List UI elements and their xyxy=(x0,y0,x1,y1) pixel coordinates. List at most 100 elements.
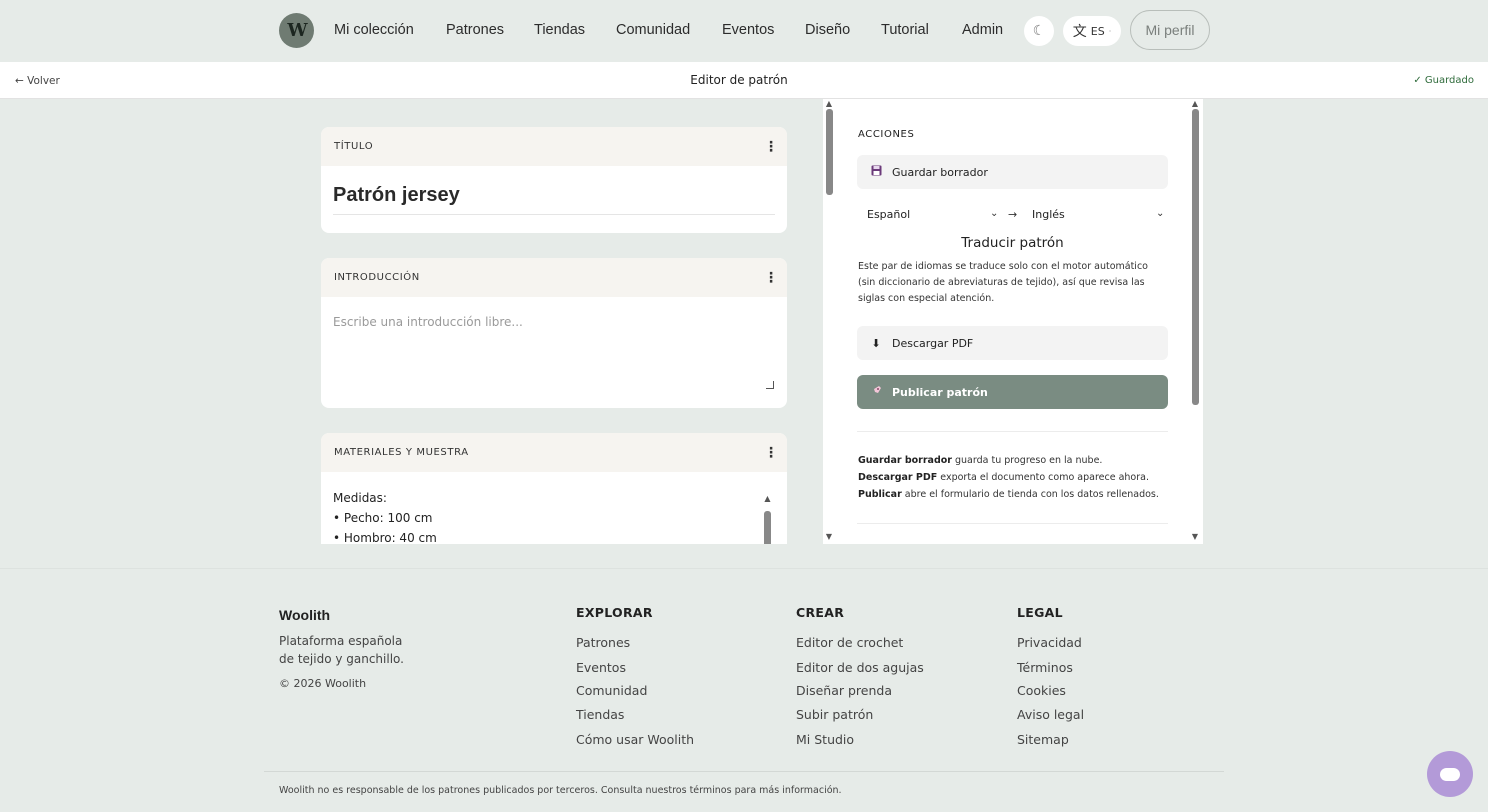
footer: Woolith Plataforma española de tejido y … xyxy=(0,568,1488,812)
nav-eventos[interactable]: Eventos xyxy=(722,22,774,38)
download-pdf-label: Descargar PDF xyxy=(892,336,974,350)
intro-section: INTRODUCCIÓN ⋮ Escribe una introducción … xyxy=(321,258,787,408)
publish-label: Publicar patrón xyxy=(892,385,988,399)
chat-button[interactable] xyxy=(1427,751,1473,797)
floppy-disk-icon xyxy=(870,165,882,179)
text-line: • Hombro: 40 cm xyxy=(333,531,437,544)
divider xyxy=(857,523,1168,524)
footer-heading-explorar: EXPLORAR xyxy=(576,605,653,620)
actions-panel: ▲ ▼ ▲ ▼ ACCIONES Guardar borrador Españo… xyxy=(823,99,1203,544)
scroll-up-icon[interactable]: ▲ xyxy=(824,99,834,109)
materials-textarea[interactable]: Medidas: • Pecho: 100 cm • Hombro: 40 cm… xyxy=(321,472,787,544)
section-header: INTRODUCCIÓN ⋮ xyxy=(321,258,787,297)
nav-tiendas[interactable]: Tiendas xyxy=(534,22,585,38)
footer-link[interactable]: Diseñar prenda xyxy=(796,683,892,698)
actions-help: Guardar borrador guarda tu progreso en l… xyxy=(858,452,1178,503)
more-options-icon[interactable]: ⋮ xyxy=(764,270,778,286)
source-language-select[interactable]: Español xyxy=(867,208,910,221)
chat-bubble-icon xyxy=(1440,767,1460,781)
footer-link[interactable]: Subir patrón xyxy=(796,707,873,722)
download-pdf-button[interactable]: ⬇ Descargar PDF xyxy=(857,326,1168,360)
footer-link[interactable]: Editor de dos agujas xyxy=(796,660,924,675)
section-header: MATERIALES Y MUESTRA ⋮ xyxy=(321,433,787,472)
help-line: Descargar PDF exporta el documento como … xyxy=(858,472,1149,483)
profile-button[interactable]: Mi perfil xyxy=(1130,10,1210,50)
translate-icon: 文 xyxy=(1072,24,1087,40)
footer-link[interactable]: Sitemap xyxy=(1017,732,1069,747)
title-input[interactable]: Patrón jersey xyxy=(333,184,775,215)
footer-disclaimer: Woolith no es responsable de los patrone… xyxy=(279,785,842,796)
nav-patrones[interactable]: Patrones xyxy=(446,22,504,38)
language-code: ES xyxy=(1090,24,1105,38)
footer-link[interactable]: Términos xyxy=(1017,660,1073,675)
caret-icon: · xyxy=(1108,26,1112,36)
nav-admin[interactable]: Admin xyxy=(962,22,1003,38)
footer-link[interactable]: Aviso legal xyxy=(1017,707,1084,722)
footer-link[interactable]: Editor de crochet xyxy=(796,635,903,650)
publish-button[interactable]: Publicar patrón xyxy=(857,375,1168,409)
language-selector[interactable]: 文 ES · xyxy=(1063,16,1121,46)
chevron-down-icon[interactable]: ⌄ xyxy=(990,208,998,219)
footer-tagline: Plataforma española de tejido y ganchill… xyxy=(279,634,404,666)
footer-link[interactable]: Eventos xyxy=(576,660,626,675)
save-draft-button[interactable]: Guardar borrador xyxy=(857,155,1168,189)
save-draft-label: Guardar borrador xyxy=(892,165,988,179)
scroll-up-icon[interactable]: ▲ xyxy=(1190,99,1200,109)
section-header: TÍTULO ⋮ xyxy=(321,127,787,166)
left-scrollbar[interactable]: ▲ ▼ xyxy=(824,99,834,544)
actions-heading: ACCIONES xyxy=(858,129,915,140)
scrollbar-thumb[interactable] xyxy=(1191,109,1199,405)
help-line: Publicar abre el formulario de tienda co… xyxy=(858,489,1159,500)
top-navigation: W Mi colección Patrones Tiendas Comunida… xyxy=(0,0,1488,62)
download-icon: ⬇ xyxy=(871,336,881,350)
scroll-up-icon[interactable]: ▲ xyxy=(763,489,772,509)
chevron-down-icon[interactable]: ⌄ xyxy=(1156,208,1164,219)
save-status: ✓ Guardado xyxy=(1413,75,1474,86)
resize-handle-icon[interactable] xyxy=(766,381,774,389)
section-label: MATERIALES Y MUESTRA xyxy=(334,447,469,458)
right-scrollbar[interactable]: ▲ ▼ xyxy=(1190,99,1200,544)
footer-link[interactable]: Privacidad xyxy=(1017,635,1082,650)
intro-textarea[interactable]: Escribe una introducción libre... xyxy=(333,315,775,329)
divider xyxy=(857,431,1168,432)
nav-diseno[interactable]: Diseño xyxy=(805,22,850,38)
footer-brand: Woolith xyxy=(279,607,331,623)
rocket-icon xyxy=(870,385,882,400)
nav-tutorial[interactable]: Tutorial xyxy=(881,22,929,38)
footer-heading-crear: CREAR xyxy=(796,605,845,620)
footer-link[interactable]: Mi Studio xyxy=(796,732,854,747)
target-language-select[interactable]: Inglés xyxy=(1032,208,1065,221)
scroll-down-icon[interactable]: ▼ xyxy=(1190,532,1200,542)
translate-button[interactable]: Traducir patrón xyxy=(857,235,1168,251)
footer-divider xyxy=(264,771,1224,772)
page-title: Editor de patrón xyxy=(690,73,788,87)
arrow-right-icon: → xyxy=(1008,208,1018,221)
footer-copyright: © 2026 Woolith xyxy=(279,677,367,690)
footer-link[interactable]: Patrones xyxy=(576,635,630,650)
footer-link[interactable]: Cómo usar Woolith xyxy=(576,732,694,747)
section-label: INTRODUCCIÓN xyxy=(334,272,420,283)
materials-section: MATERIALES Y MUESTRA ⋮ Medidas: • Pecho:… xyxy=(321,433,787,544)
scrollbar-thumb[interactable] xyxy=(764,511,771,544)
editor-bar: ← Volver Editor de patrón ✓ Guardado xyxy=(0,62,1488,99)
section-label: TÍTULO xyxy=(334,141,374,152)
textarea-scrollbar[interactable]: ▲ xyxy=(763,489,772,544)
footer-link[interactable]: Tiendas xyxy=(576,707,624,722)
footer-link[interactable]: Comunidad xyxy=(576,683,647,698)
title-section: TÍTULO ⋮ Patrón jersey xyxy=(321,127,787,233)
nav-mi-coleccion[interactable]: Mi colección xyxy=(334,22,414,38)
theme-toggle-button[interactable]: ☾ xyxy=(1024,16,1054,46)
nav-comunidad[interactable]: Comunidad xyxy=(616,22,690,38)
more-options-icon[interactable]: ⋮ xyxy=(764,139,778,155)
footer-heading-legal: LEGAL xyxy=(1017,605,1063,620)
text-line: Medidas: xyxy=(333,491,387,505)
scrollbar-thumb[interactable] xyxy=(825,109,833,195)
text-line: • Pecho: 100 cm xyxy=(333,511,433,525)
scroll-down-icon[interactable]: ▼ xyxy=(824,532,834,542)
more-options-icon[interactable]: ⋮ xyxy=(764,445,778,461)
translate-note: Este par de idiomas se traduce solo con … xyxy=(858,261,1148,304)
moon-icon: ☾ xyxy=(1032,23,1046,39)
footer-link[interactable]: Cookies xyxy=(1017,683,1066,698)
logo[interactable]: W xyxy=(279,13,314,48)
help-line: Guardar borrador guarda tu progreso en l… xyxy=(858,455,1103,466)
